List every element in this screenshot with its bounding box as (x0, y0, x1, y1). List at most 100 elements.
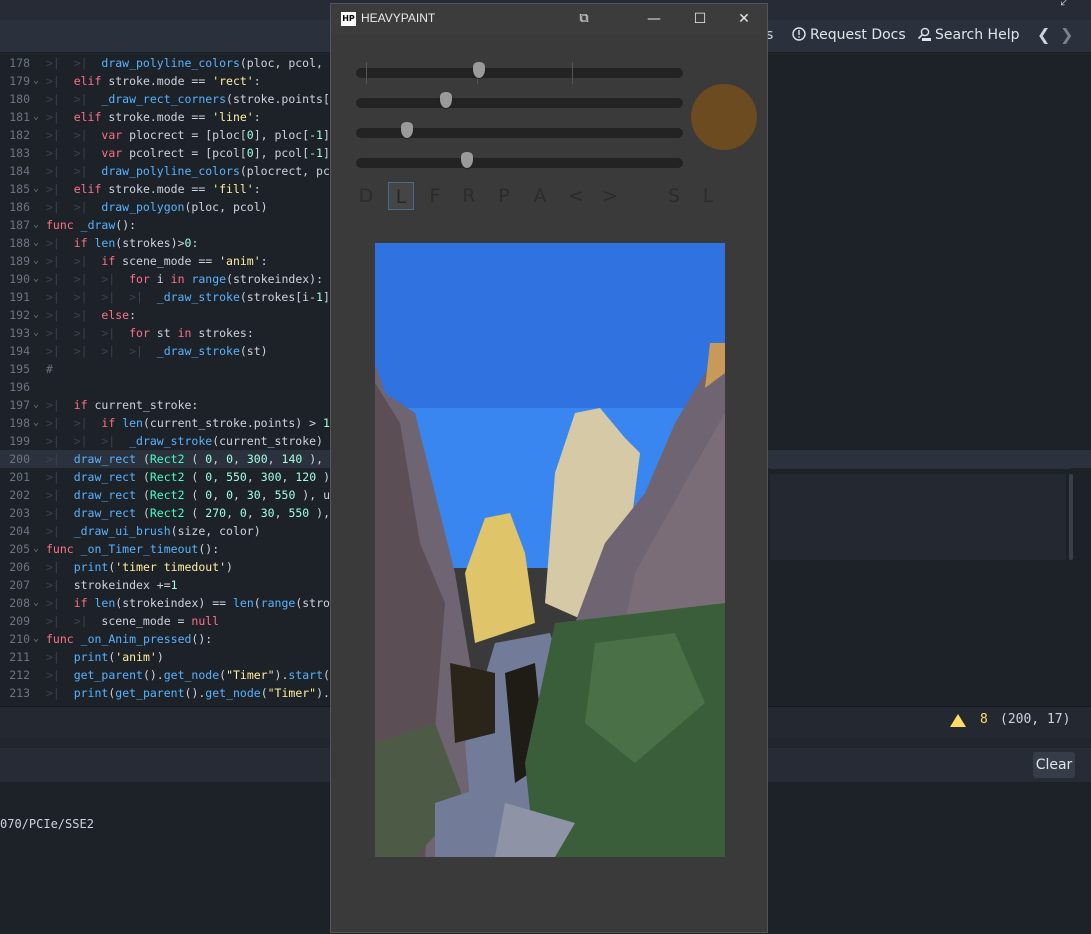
fold-arrow-icon[interactable]: ⌄ (33, 270, 39, 288)
slider-3[interactable] (356, 122, 683, 138)
line-number: 184 (9, 164, 30, 178)
search-help-label: Search Help (935, 27, 1020, 43)
code-text: >| draw_rect (Rect2 ( 0, 550, 300, 120 )… (46, 470, 337, 484)
minimize-button[interactable]: — (631, 4, 677, 35)
line-number: 205 (9, 542, 30, 556)
alert-circle-icon (792, 27, 806, 41)
picture-in-picture-button[interactable]: ⧉ (561, 4, 607, 35)
slider-2[interactable] (356, 92, 683, 108)
warning-icon[interactable] (950, 714, 966, 727)
code-text: func _on_Anim_pressed(): (46, 632, 213, 646)
line-number: 202 (9, 488, 30, 502)
line-number: 190 (9, 272, 30, 286)
code-text: >| >| scene_mode = null (46, 614, 220, 628)
clear-output-button[interactable]: Clear (1033, 752, 1075, 778)
line-number: 179 (9, 74, 30, 88)
code-text: >| draw_rect (Rect2 ( 0, 0, 300, 140 ), (46, 452, 324, 466)
slider-thumb[interactable] (400, 122, 413, 138)
code-text: >| print(get_parent().get_node("Timer"). (46, 686, 330, 700)
fold-arrow-icon[interactable]: ⌄ (33, 234, 39, 252)
tool-button-3[interactable]: R (456, 182, 482, 210)
line-number: 196 (9, 380, 30, 394)
code-text: >| >| _draw_rect_corners(stroke.points[ (46, 92, 330, 106)
tool-button-5[interactable]: A (527, 182, 553, 210)
line-number: 198 (9, 416, 30, 430)
tool-button-4[interactable]: P (491, 182, 517, 210)
tool-button-6[interactable]: < (563, 182, 589, 210)
line-number: 194 (9, 344, 30, 358)
slider-thumb[interactable] (439, 92, 452, 108)
close-button[interactable]: ✕ (721, 4, 767, 35)
line-number: 199 (9, 434, 30, 448)
fold-arrow-icon[interactable]: ⌄ (33, 630, 39, 648)
fold-arrow-icon[interactable]: ⌄ (33, 324, 39, 342)
line-number: 195 (9, 362, 30, 376)
fold-arrow-icon[interactable]: ⌄ (33, 252, 39, 270)
fold-arrow-icon[interactable]: ⌄ (33, 540, 39, 558)
request-docs-label: Request Docs (810, 27, 906, 43)
code-text: >| get_parent().get_node("Timer").start( (46, 668, 330, 682)
slider-tick (571, 62, 573, 84)
fold-arrow-icon[interactable]: ⌄ (33, 396, 39, 414)
window-title-bar[interactable]: HP HEAVYPAINT ⧉ — ☐ ✕ (331, 4, 767, 35)
heavypaint-window: HP HEAVYPAINT ⧉ — ☐ ✕ D L F R P A < > S L (330, 3, 768, 933)
search-doc-icon (917, 27, 931, 41)
fold-arrow-icon[interactable]: ⌄ (33, 306, 39, 324)
search-help-button[interactable]: Search Help (917, 20, 1019, 52)
line-number: 204 (9, 524, 30, 538)
code-text: # (46, 362, 53, 376)
slider-4[interactable] (356, 152, 683, 168)
code-text: >| >| >| >| _draw_stroke(strokes[i-1] (46, 290, 330, 304)
history-forward-button[interactable]: ❯ (1060, 20, 1073, 52)
slider-tick (365, 62, 367, 84)
code-text: func _on_Timer_timeout(): (46, 542, 220, 556)
slider-thumb[interactable] (472, 62, 485, 78)
code-text: >| if current_stroke: (46, 398, 199, 412)
code-text: >| print('anim') (46, 650, 164, 664)
dark-tree-shape (450, 663, 495, 743)
code-text: >| >| draw_polygon(ploc, pcol) (46, 200, 268, 214)
code-text: >| draw_rect (Rect2 ( 0, 0, 30, 550 ), u (46, 488, 330, 502)
line-number: 185 (9, 182, 30, 196)
tool-button-1[interactable]: L (388, 182, 414, 210)
minimap-viewport[interactable] (770, 474, 1066, 560)
fold-arrow-icon[interactable]: ⌄ (33, 594, 39, 612)
expand-icon[interactable]: ⤢ (1060, 0, 1070, 9)
code-text: >| >| if scene_mode == 'anim': (46, 254, 268, 268)
line-number: 193 (9, 326, 30, 340)
code-text: func _draw(): (46, 218, 137, 232)
editor-scrollbar[interactable] (1069, 474, 1073, 560)
code-text: >| draw_rect (Rect2 ( 270, 0, 30, 550 ), (46, 506, 330, 520)
sky-shape (375, 243, 725, 408)
code-text: >| >| >| for st in strokes: (46, 326, 254, 340)
line-number: 212 (9, 668, 30, 682)
code-text: >| >| var plocrect = [ploc[0], ploc[-1] (46, 128, 330, 142)
painting-canvas[interactable] (375, 243, 725, 857)
tool-button-7[interactable]: > (597, 182, 623, 210)
code-text: >| strokeindex +=1 (46, 578, 178, 592)
brush-color-swatch[interactable] (691, 84, 757, 150)
line-number: 180 (9, 92, 30, 106)
tool-button-9[interactable]: L (695, 182, 721, 210)
tool-button-2[interactable]: F (422, 182, 448, 210)
fold-arrow-icon[interactable]: ⌄ (33, 180, 39, 198)
fold-arrow-icon[interactable]: ⌄ (33, 108, 39, 126)
cursor-position: (200, 17) (1000, 712, 1071, 727)
warning-count[interactable]: 8 (980, 712, 988, 727)
line-number: 209 (9, 614, 30, 628)
history-back-button[interactable]: ❮ (1037, 20, 1050, 52)
line-number: 181 (9, 110, 30, 124)
fold-arrow-icon[interactable]: ⌄ (33, 216, 39, 234)
code-text: >| print('timer timedout') (46, 560, 233, 574)
tool-button-0[interactable]: D (353, 182, 379, 210)
line-number: 208 (9, 596, 30, 610)
line-number: 187 (9, 218, 30, 232)
tool-button-8[interactable]: S (661, 182, 687, 210)
request-docs-button[interactable]: Request Docs (792, 20, 906, 52)
fold-arrow-icon[interactable]: ⌄ (33, 414, 39, 432)
slider-1[interactable] (356, 62, 683, 84)
fold-arrow-icon[interactable]: ⌄ (33, 72, 39, 90)
code-text: >| elif stroke.mode == 'fill': (46, 182, 261, 196)
maximize-button[interactable]: ☐ (677, 4, 723, 35)
slider-thumb[interactable] (461, 152, 474, 168)
